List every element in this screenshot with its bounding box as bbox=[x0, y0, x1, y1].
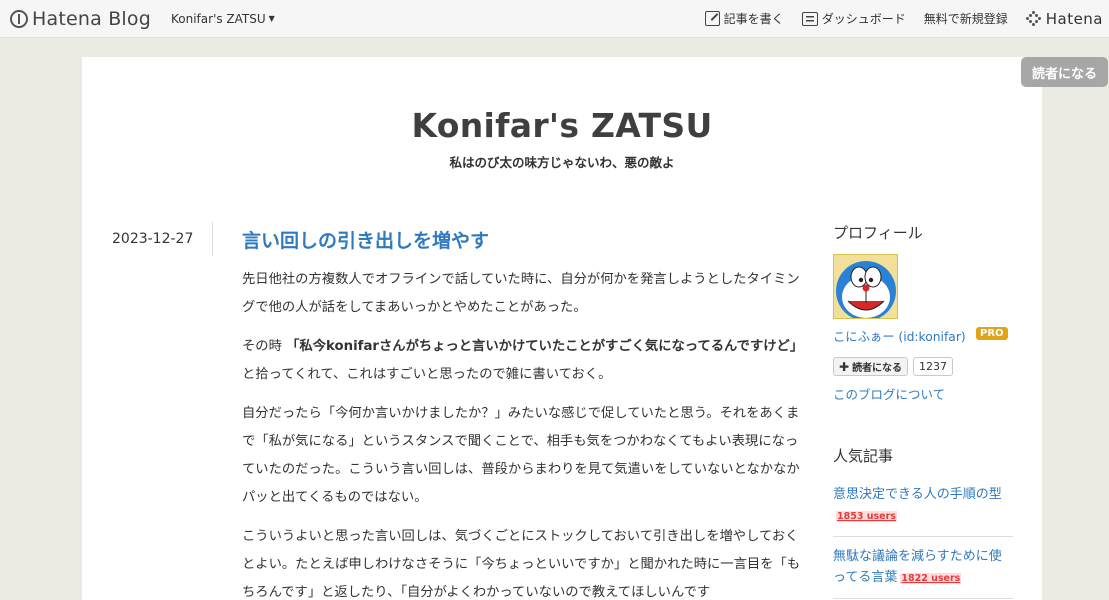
dashboard-icon bbox=[801, 11, 818, 26]
quoted-text: 「私今konifarさんがちょっと言いかけていたことがすごく気になってるんですけ… bbox=[286, 339, 804, 354]
plus-icon: ✚ bbox=[839, 359, 850, 374]
subscriber-count: 1237 bbox=[913, 357, 953, 376]
write-entry-link[interactable]: 記事を書く bbox=[704, 10, 784, 27]
write-entry-label: 記事を書く bbox=[723, 12, 784, 26]
about-blog-link[interactable]: このブログについて bbox=[833, 384, 945, 403]
popular-divider bbox=[833, 598, 1013, 599]
doraemon-avatar-icon bbox=[834, 255, 897, 318]
global-header: Hatena Blog Konifar's ZATSU ▼ 記事を書く ダッシュ… bbox=[0, 0, 1109, 38]
blog-switcher-label: Konifar's ZATSU bbox=[171, 11, 266, 26]
hatena-dots-icon bbox=[1025, 10, 1042, 27]
pro-badge: PRO bbox=[976, 327, 1008, 340]
entry-body: 先日他社の方複数人でオフラインで話していた時に、自分が何かを発言しようとしたタイ… bbox=[242, 266, 804, 600]
header-actions: 記事を書く ダッシュボード 無料で新規登録 Hatena bbox=[687, 0, 1109, 37]
blog-title[interactable]: Konifar's ZATSU bbox=[0, 106, 1109, 145]
sidebar-subscribe-label: 読者になる bbox=[852, 363, 903, 374]
popular-entry-title: 意思決定できる人の手順の型 bbox=[833, 487, 1002, 502]
hatena-blog-logo[interactable]: Hatena Blog bbox=[10, 8, 151, 30]
logo-text: Hatena Blog bbox=[32, 7, 151, 30]
entry-paragraph: 自分だったら「今何か言いかけましたか？」みたいな感じで促していたと思う。それをあ… bbox=[242, 406, 800, 505]
popular-heading: 人気記事 bbox=[833, 447, 894, 465]
signup-label: 無料で新規登録 bbox=[923, 12, 1008, 26]
entry-paragraph: その時 「私今konifarさんがちょっと言いかけていたことがすごく気になってる… bbox=[242, 333, 804, 389]
date-divider bbox=[212, 222, 213, 256]
sidebar-subscribe-button[interactable]: ✚ 読者になる bbox=[833, 357, 909, 376]
popular-divider bbox=[833, 536, 1013, 537]
entry-title[interactable]: 言い回しの引き出しを増やす bbox=[242, 226, 489, 253]
popular-entry[interactable]: 無駄な議論を減らすために使ってる言葉 1822 users bbox=[833, 546, 1013, 589]
bookmark-users-badge[interactable]: 1853 users bbox=[836, 511, 897, 522]
hatena-blog-logo-icon bbox=[10, 9, 28, 28]
caret-down-icon: ▼ bbox=[268, 14, 275, 23]
edit-icon bbox=[704, 11, 720, 26]
blog-description: 私はのび太の味方じゃないわ、悪の敵よ bbox=[449, 155, 675, 170]
dashboard-label: ダッシュボード bbox=[821, 12, 906, 26]
paragraph-tail: と拾ってくれて、これはすごいと思ったので雑に書いておく。 bbox=[242, 367, 612, 382]
entry-date[interactable]: 2023-12-27 bbox=[112, 231, 193, 247]
hatena-menu[interactable]: Hatena bbox=[1025, 9, 1103, 28]
avatar[interactable] bbox=[833, 254, 898, 319]
blog-switcher[interactable]: Konifar's ZATSU ▼ bbox=[171, 12, 275, 26]
floating-subscribe-button[interactable]: 読者になる bbox=[1021, 57, 1108, 87]
hatena-label: Hatena bbox=[1045, 9, 1103, 28]
popular-entry[interactable]: 意思決定できる人の手順の型 1853 users bbox=[833, 484, 1013, 527]
paragraph-lead: その時 bbox=[242, 339, 287, 354]
dashboard-link[interactable]: ダッシュボード bbox=[801, 10, 906, 27]
entry-paragraph: 先日他社の方複数人でオフラインで話していた時に、自分が何かを発言しようとしたタイ… bbox=[242, 272, 800, 315]
profile-name-link[interactable]: こにふぁー (id:konifar) bbox=[833, 327, 966, 345]
profile-heading: プロフィール bbox=[833, 224, 923, 242]
signup-link[interactable]: 無料で新規登録 bbox=[924, 10, 1008, 27]
bookmark-users-badge[interactable]: 1822 users bbox=[900, 573, 962, 584]
entry-paragraph: こういうよいと思った言い回しは、気づくごとにストックしておいて引き出しを増やして… bbox=[242, 529, 801, 600]
sidebar: プロフィール こにふぁー (id:konifar) PRO ✚ 読者になる 12… bbox=[833, 222, 1013, 599]
